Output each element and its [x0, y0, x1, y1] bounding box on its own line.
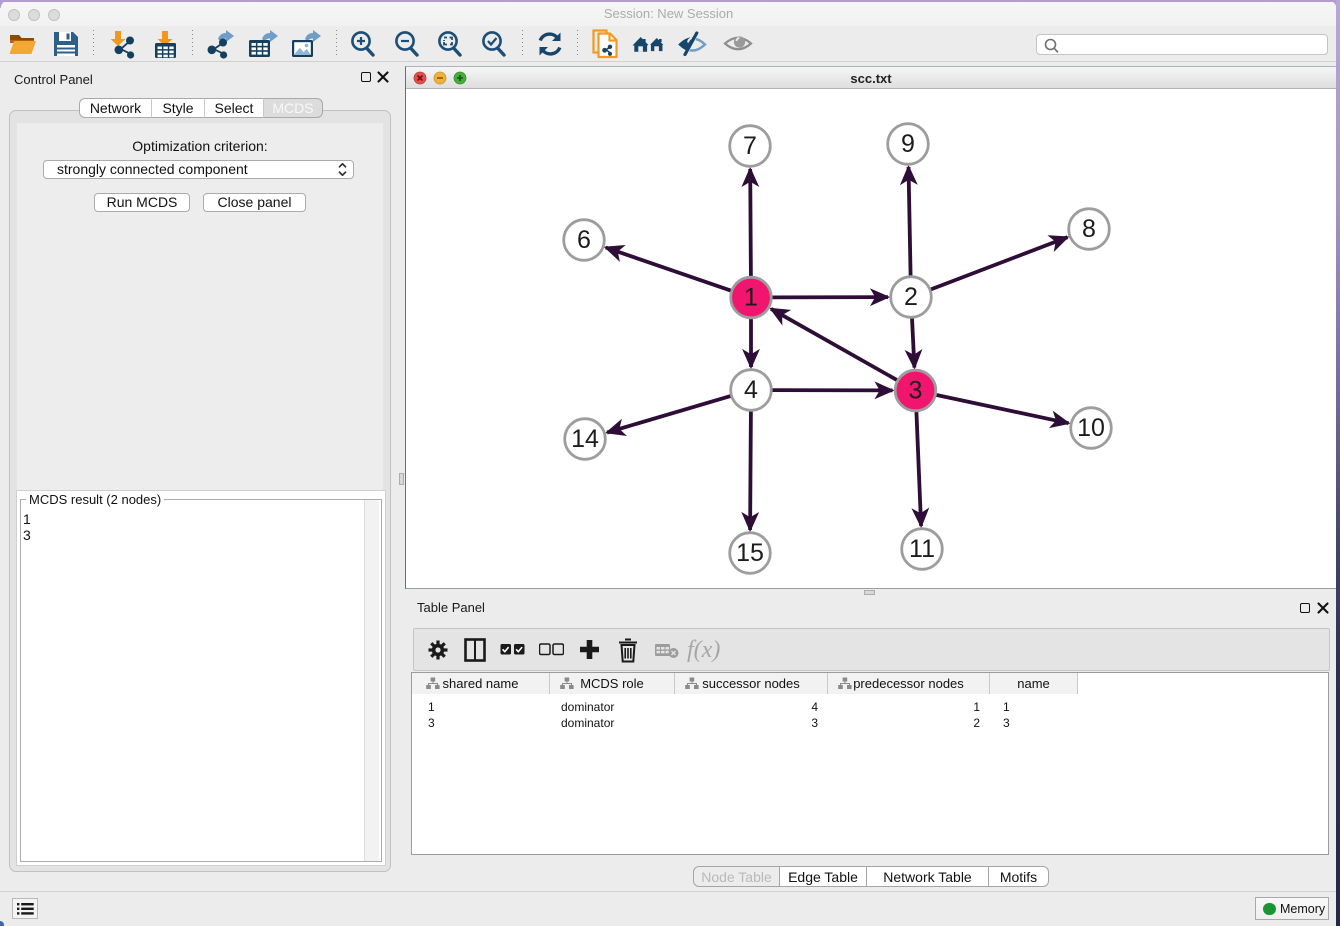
svg-text:14: 14 — [571, 425, 599, 453]
svg-text:7: 7 — [743, 132, 757, 160]
svg-text:2: 2 — [904, 283, 918, 311]
svg-text:6: 6 — [577, 226, 591, 254]
svg-text:8: 8 — [1082, 215, 1096, 243]
svg-text:11: 11 — [909, 535, 935, 563]
svg-text:9: 9 — [901, 130, 915, 158]
svg-text:3: 3 — [909, 377, 923, 405]
svg-text:1: 1 — [744, 284, 758, 312]
svg-text:10: 10 — [1077, 414, 1105, 442]
svg-text:4: 4 — [744, 376, 758, 404]
svg-text:15: 15 — [736, 539, 764, 567]
